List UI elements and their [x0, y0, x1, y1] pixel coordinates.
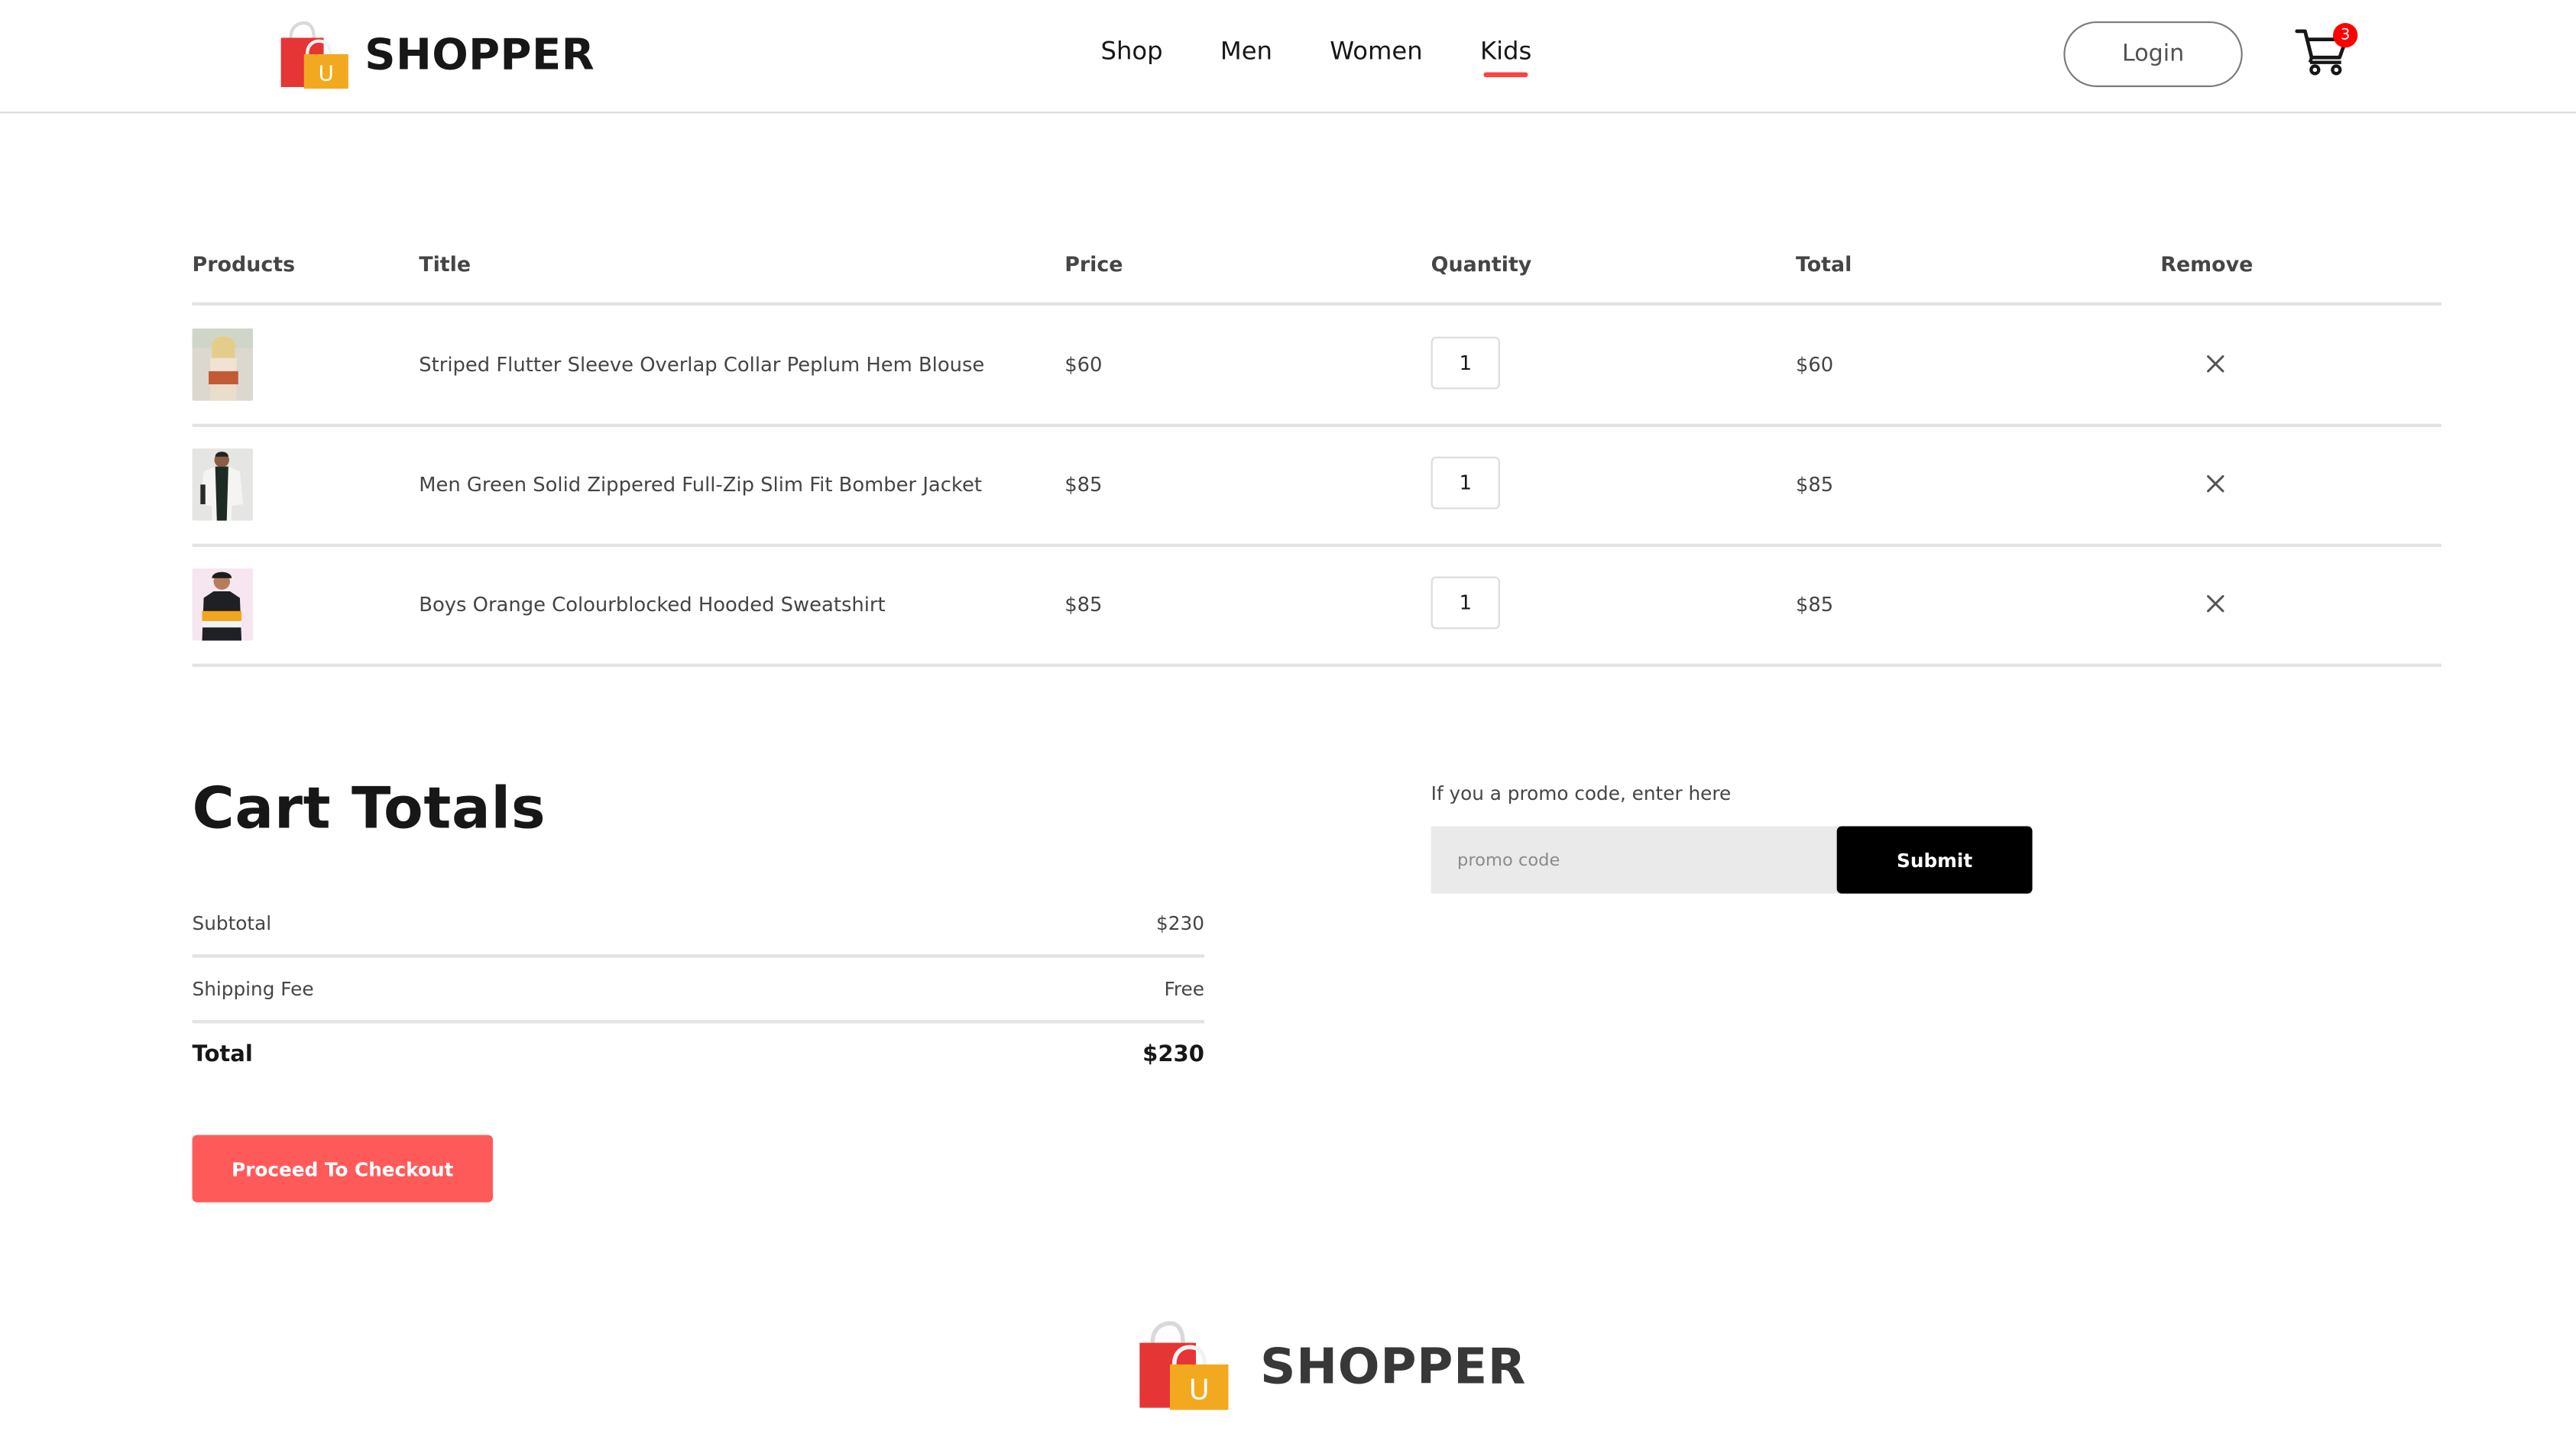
- cart-count-badge: 3: [2333, 23, 2358, 48]
- blouse-product-image[interactable]: [192, 329, 254, 401]
- item-price: $85: [1064, 473, 1103, 497]
- promo-submit-button[interactable]: Submit: [1836, 826, 2033, 894]
- item-title: Striped Flutter Sleeve Overlap Collar Pe…: [419, 353, 985, 377]
- item-total: $60: [1795, 353, 1834, 377]
- footer-brand[interactable]: U SHOPPER: [1136, 1321, 1526, 1413]
- close-icon[interactable]: [2206, 354, 2224, 373]
- proceed-to-checkout-button[interactable]: Proceed To Checkout: [192, 1135, 493, 1203]
- navbar: U SHOPPER Shop Men Women Kids Login 3: [0, 0, 2576, 114]
- subtotal-row: Subtotal $230: [192, 892, 1204, 958]
- quantity-input[interactable]: [1431, 456, 1500, 510]
- subtotal-label: Subtotal: [192, 911, 272, 935]
- cart-totals-heading: Cart Totals: [192, 776, 546, 843]
- item-title: Boys Orange Colourblocked Hooded Sweatsh…: [419, 593, 886, 617]
- quantity-input[interactable]: [1431, 336, 1500, 390]
- shopping-bag-icon: U: [1139, 1321, 1229, 1410]
- cart-table-header: Products Title Price Quantity Total Remo…: [192, 247, 2442, 306]
- jacket-product-image[interactable]: [192, 448, 254, 521]
- cart-item-row: Striped Flutter Sleeve Overlap Collar Pe…: [192, 306, 2442, 427]
- subtotal-value: $230: [1155, 911, 1204, 935]
- header-remove: Remove: [2160, 251, 2254, 277]
- close-icon[interactable]: [2206, 594, 2224, 613]
- total-value: $230: [1142, 1041, 1204, 1068]
- item-total: $85: [1795, 473, 1834, 497]
- nav-item-shop[interactable]: Shop: [1101, 36, 1163, 66]
- footer-brand-name: SHOPPER: [1260, 1338, 1527, 1396]
- login-button[interactable]: Login: [2063, 21, 2243, 87]
- promo-label: If you a promo code, enter here: [1431, 782, 1732, 805]
- total-label: Total: [192, 1041, 253, 1068]
- cart-totals: Cart Totals Subtotal $230 Shipping Fee F…: [192, 776, 1204, 1203]
- shipping-label: Shipping Fee: [192, 977, 314, 1001]
- header-price: Price: [1064, 251, 1123, 277]
- nav-menu: Shop Men Women Kids: [1101, 36, 1531, 78]
- total-row: Total $230: [193, 1023, 1204, 1086]
- header-title: Title: [419, 251, 471, 277]
- sweatshirt-product-image[interactable]: [192, 568, 254, 641]
- shipping-row: Shipping Fee Free: [192, 957, 1204, 1024]
- quantity-input[interactable]: [1431, 576, 1500, 630]
- nav-item-kids[interactable]: Kids: [1480, 36, 1531, 78]
- shopping-bag-icon: U: [280, 21, 348, 89]
- bag-letter: U: [1189, 1373, 1210, 1406]
- bag-letter: U: [319, 60, 334, 86]
- header-quantity: Quantity: [1431, 251, 1532, 277]
- promo-code-section: If you a promo code, enter here Submit: [1431, 782, 2033, 894]
- cart-item-row: Men Green Solid Zippered Full-Zip Slim F…: [192, 426, 2442, 547]
- shipping-value: Free: [1164, 977, 1204, 1001]
- promo-box: Submit: [1431, 826, 2033, 894]
- item-price: $85: [1064, 593, 1103, 617]
- promo-code-input[interactable]: [1431, 826, 1837, 894]
- item-total: $85: [1795, 593, 1834, 617]
- header-products: Products: [192, 251, 296, 277]
- header-total: Total: [1795, 251, 1852, 277]
- brand-name[interactable]: SHOPPER: [365, 31, 595, 81]
- item-title: Men Green Solid Zippered Full-Zip Slim F…: [419, 473, 982, 497]
- brand[interactable]: U SHOPPER: [277, 21, 595, 90]
- item-price: $60: [1064, 353, 1103, 377]
- nav-item-women[interactable]: Women: [1330, 36, 1422, 66]
- cart-item-row: Boys Orange Colourblocked Hooded Sweatsh…: [192, 545, 2442, 667]
- close-icon[interactable]: [2206, 474, 2224, 493]
- nav-item-men[interactable]: Men: [1220, 36, 1272, 66]
